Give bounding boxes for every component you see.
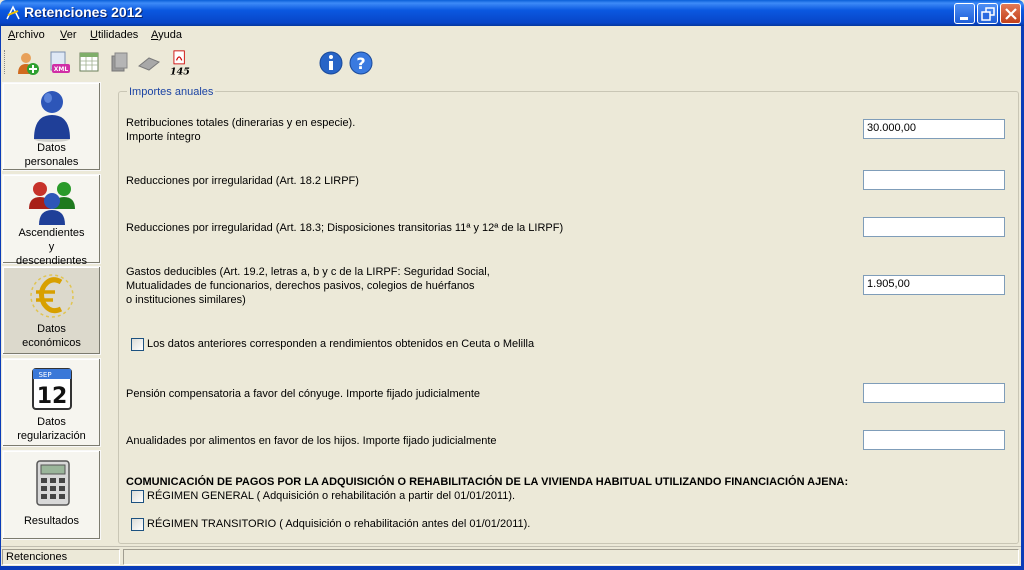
nav-label-line: económicos — [22, 337, 81, 349]
regimen-transitorio-checkbox[interactable] — [131, 518, 144, 531]
pension-compensatoria-input[interactable] — [863, 383, 1005, 403]
copy-icon[interactable] — [107, 50, 131, 76]
menu-archivo-label: rchivo — [15, 29, 45, 41]
info-icon[interactable] — [319, 50, 343, 76]
person-icon — [34, 91, 70, 142]
svg-text:XML: XML — [54, 66, 69, 73]
menu-ver-label: er — [66, 29, 77, 41]
pension-compensatoria-label: Pensión compensatoria a favor del cónyug… — [126, 388, 481, 400]
nav-datos-personales[interactable]: Datos personales — [2, 82, 101, 171]
menu-utilidades-label: tilidades — [97, 29, 139, 41]
spreadsheet-icon[interactable] — [77, 50, 101, 76]
nav-resultados-label: Resultados — [3, 514, 100, 528]
retribuciones-input[interactable]: 30.000,00 — [863, 119, 1005, 139]
label-line: Retribuciones totales (dinerarias y en e… — [126, 117, 356, 129]
menu-ayuda-label: yuda — [158, 29, 182, 41]
nav-ascendientes-label: Ascendientes y descendientes — [3, 226, 100, 268]
minimize-icon — [960, 17, 968, 20]
calculator-icon — [36, 460, 70, 506]
nav-datos-regularizacion[interactable]: SEP 12 Datos regularización — [2, 358, 101, 447]
nav-label-line: Datos — [37, 416, 66, 428]
nav-label-line: Ascendientes — [18, 227, 85, 239]
paste-icon[interactable] — [137, 50, 161, 76]
regimen-general-checkbox[interactable] — [131, 490, 144, 503]
svg-text:?: ? — [356, 54, 365, 73]
restore-icon — [981, 7, 995, 21]
euro-icon — [30, 274, 74, 318]
status-text: Retenciones — [2, 549, 120, 565]
anualidades-alimentos-label: Anualidades por alimentos en favor de lo… — [126, 435, 497, 447]
nav-label-line: personales — [24, 156, 79, 168]
label-line: Gastos deducibles (Art. 19.2, letras a, … — [126, 266, 490, 278]
menu-ayuda[interactable]: Ayuda — [151, 29, 182, 41]
main-panel: Importes anuales Retribuciones totales (… — [118, 81, 1023, 545]
nav-label-line: Datos — [37, 323, 66, 335]
menu-utilidades-mnemonic: U — [90, 29, 98, 41]
regimen-transitorio-label: RÉGIMEN TRANSITORIO ( Adquisición o reha… — [147, 518, 531, 530]
nav-ascendientes[interactable]: Ascendientes y descendientes — [2, 174, 101, 267]
menu-ver[interactable]: Ver — [60, 29, 77, 41]
family-icon — [29, 182, 75, 225]
label-line: o instituciones similares) — [126, 294, 246, 306]
calendar-day: 12 — [37, 384, 68, 409]
label-line: Mutualidades de funcionarios, derechos p… — [126, 280, 475, 292]
window-frame-bottom — [0, 566, 1024, 570]
nav-label-line: regularización — [17, 430, 86, 442]
reducciones-18-3-label: Reducciones por irregularidad (Art. 18.3… — [126, 222, 564, 234]
status-bar: Retenciones — [0, 546, 1024, 566]
reducciones-18-3-input[interactable] — [863, 217, 1005, 237]
vivienda-heading: COMUNICACIÓN DE PAGOS POR LA ADQUISICIÓN… — [126, 476, 849, 488]
menu-archivo[interactable]: Archivo — [8, 29, 45, 41]
regimen-general-label: RÉGIMEN GENERAL ( Adquisición o rehabili… — [147, 490, 516, 502]
toolbar-grip[interactable] — [4, 50, 7, 74]
nav-label-line: Datos — [37, 142, 66, 154]
gastos-deducibles-input[interactable]: 1.905,00 — [863, 275, 1005, 295]
menu-utilidades[interactable]: Utilidades — [90, 29, 138, 41]
pdf-145-label: 145 — [170, 66, 190, 76]
nav-datos-regularizacion-label: Datos regularización — [3, 415, 100, 443]
app-icon — [6, 5, 20, 20]
section-nav: Datos personales Ascendientes y descendi… — [0, 80, 104, 545]
add-user-icon[interactable] — [16, 50, 40, 76]
window-title: Retenciones 2012 — [24, 4, 143, 20]
nav-datos-economicos[interactable]: Datos económicos — [2, 266, 101, 355]
restore-button[interactable] — [977, 3, 998, 24]
group-title: Importes anuales — [127, 86, 216, 98]
pdf-145-icon[interactable]: 145 — [168, 50, 192, 76]
help-icon[interactable]: ? — [349, 50, 373, 76]
nav-datos-personales-label: Datos personales — [3, 141, 100, 169]
anualidades-alimentos-input[interactable] — [863, 430, 1005, 450]
nav-resultados[interactable]: Resultados — [2, 450, 101, 540]
menu-bar: Archivo Ver Utilidades Ayuda — [0, 26, 1024, 45]
close-button[interactable] — [1000, 3, 1021, 24]
minimize-button[interactable] — [954, 3, 975, 24]
xml-export-icon[interactable]: XML — [48, 50, 72, 76]
label-line: Importe íntegro — [126, 131, 201, 143]
nav-label-line: Resultados — [23, 515, 80, 527]
importes-anuales-group: Importes anuales Retribuciones totales (… — [118, 86, 1019, 544]
retribuciones-label: Retribuciones totales (dinerarias y en e… — [126, 116, 355, 144]
ceuta-melilla-label: Los datos anteriores corresponden a rend… — [147, 338, 535, 350]
menu-ver-mnemonic: V — [60, 29, 67, 41]
calendar-month: SEP — [38, 371, 51, 379]
ceuta-melilla-checkbox[interactable] — [131, 338, 144, 351]
window-frame-left — [0, 26, 1, 566]
calendar-icon: SEP 12 — [32, 368, 72, 410]
toolbar: XML 145 ? — [0, 45, 1024, 80]
status-secondary — [123, 549, 1019, 565]
nav-datos-economicos-label: Datos económicos — [3, 322, 100, 350]
gastos-deducibles-label: Gastos deducibles (Art. 19.2, letras a, … — [126, 265, 490, 307]
reducciones-18-2-label: Reducciones por irregularidad (Art. 18.2… — [126, 175, 359, 187]
nav-label-line: y — [48, 241, 55, 253]
title-bar: Retenciones 2012 — [0, 0, 1024, 26]
reducciones-18-2-input[interactable] — [863, 170, 1005, 190]
close-icon — [1005, 8, 1017, 20]
